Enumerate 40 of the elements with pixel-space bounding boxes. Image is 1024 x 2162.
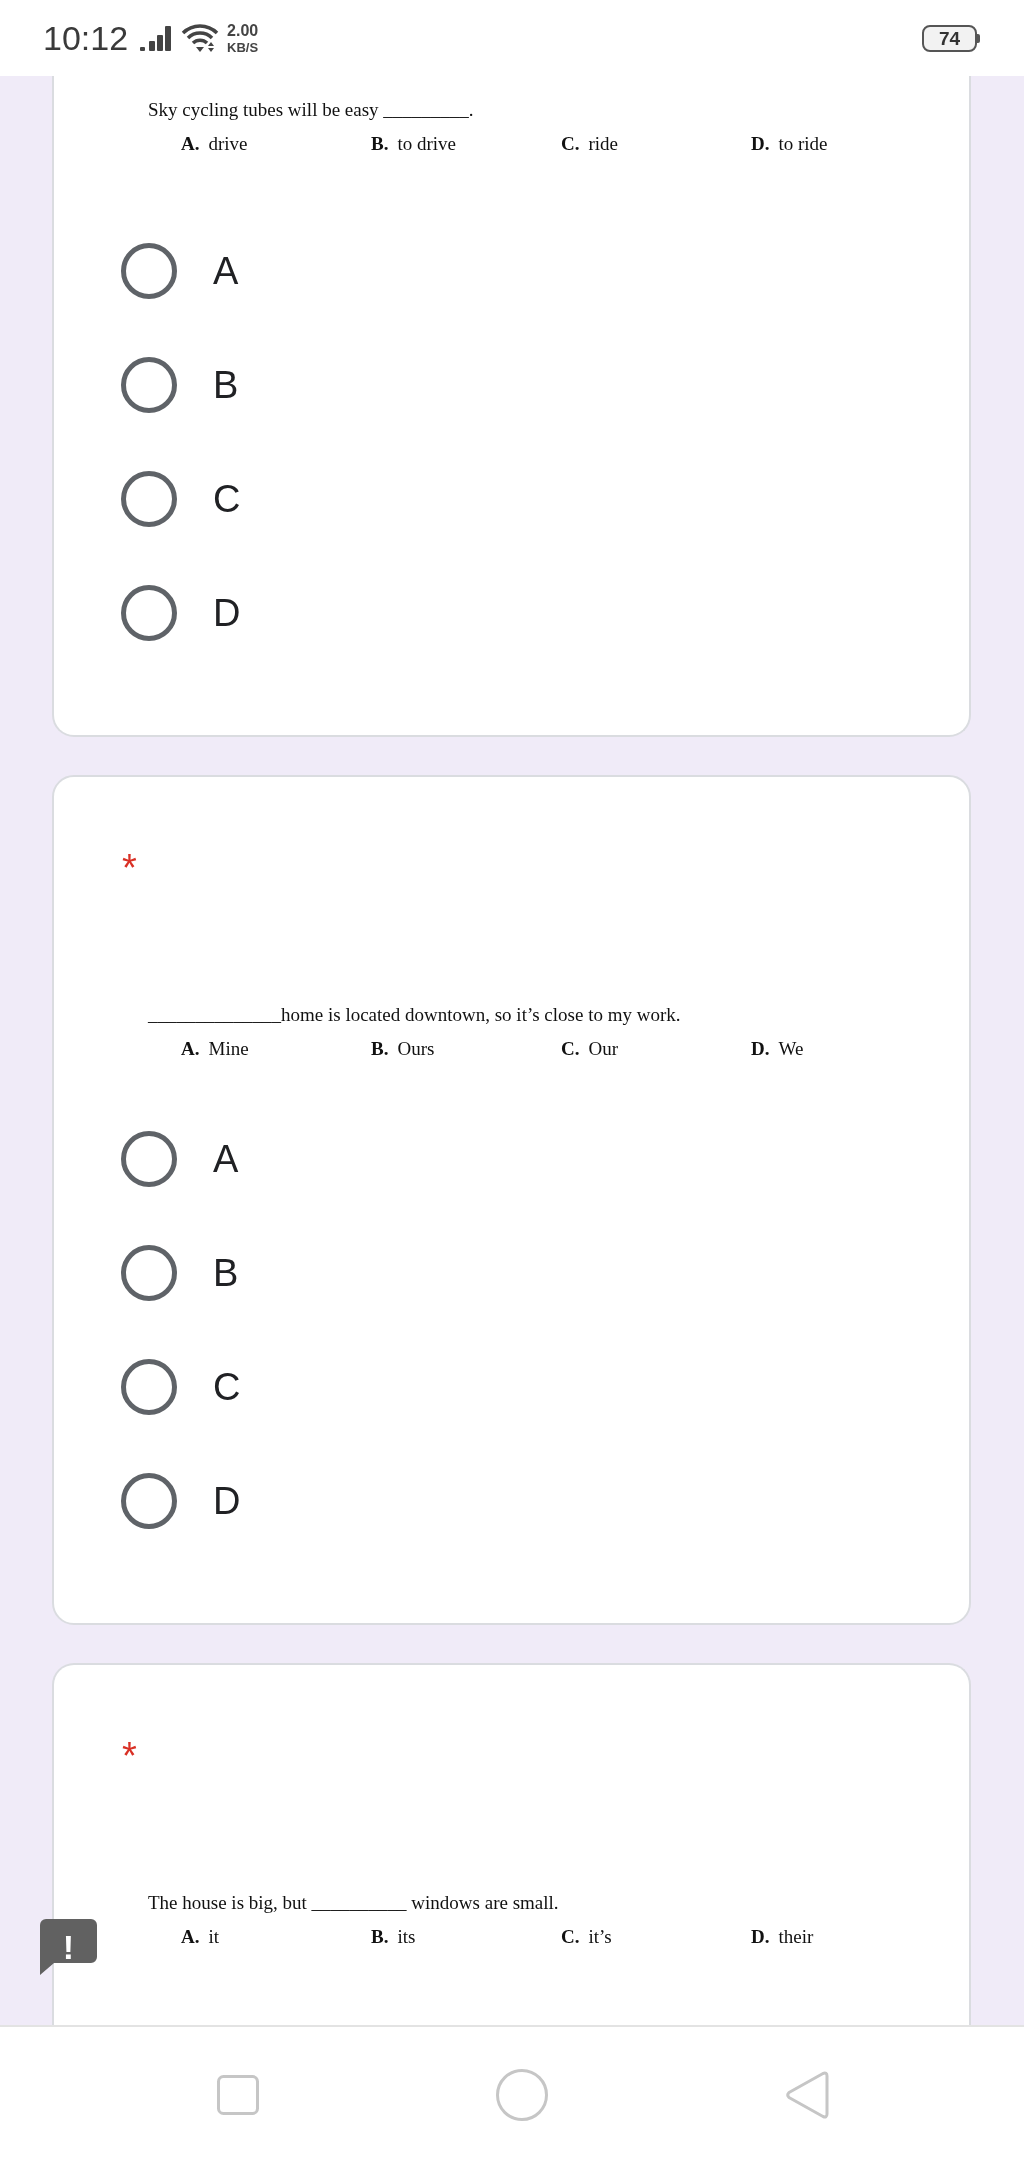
question-text: Sky cycling tubes will be easy _________. — [148, 98, 474, 122]
answer-option: B. Ours — [371, 1037, 435, 1061]
radio-button[interactable] — [121, 243, 177, 299]
answer-option: A. drive — [181, 132, 248, 156]
answer-option: B. its — [371, 1925, 416, 1949]
required-asterisk: * — [122, 854, 137, 882]
choice-label[interactable]: A — [213, 252, 239, 290]
answer-option: C. it’s — [561, 1925, 612, 1949]
answer-option: C. Our — [561, 1037, 619, 1061]
answer-option: C. ride — [561, 132, 619, 156]
answer-option: A. it — [181, 1925, 220, 1949]
radio-button[interactable] — [121, 357, 177, 413]
radio-button[interactable] — [121, 585, 177, 641]
question-text: ______________home is located downtown, so it’s close to my work. — [148, 1003, 681, 1027]
choice-label[interactable]: C — [213, 1368, 241, 1406]
answer-option: B. to drive — [371, 132, 456, 156]
required-asterisk: * — [122, 1742, 137, 1770]
radio-button[interactable] — [121, 471, 177, 527]
answer-option: D. their — [751, 1925, 814, 1949]
battery-indicator: 74 — [922, 24, 980, 52]
choice-label[interactable]: D — [213, 594, 241, 632]
question-text: The house is big, but __________ windows are small. — [148, 1891, 559, 1915]
wifi-icon — [181, 23, 220, 53]
answer-option: D. We — [751, 1037, 804, 1061]
choice-label[interactable]: A — [213, 1140, 239, 1178]
signal-icon — [140, 25, 172, 51]
clock-time: 10:12 — [43, 21, 129, 55]
choice-label[interactable]: D — [213, 1482, 241, 1520]
feedback-button[interactable]: ! — [40, 1919, 97, 1975]
radio-button[interactable] — [121, 1359, 177, 1415]
choice-label[interactable]: B — [213, 366, 239, 404]
answer-option: A. Mine — [181, 1037, 249, 1061]
network-speed-unit: KB/S — [227, 40, 259, 54]
radio-button[interactable] — [121, 1245, 177, 1301]
radio-button[interactable] — [121, 1131, 177, 1187]
choice-label[interactable]: B — [213, 1254, 239, 1292]
radio-button[interactable] — [121, 1473, 177, 1529]
choice-label[interactable]: C — [213, 480, 241, 518]
network-speed-value: 2.00 — [227, 22, 259, 39]
answer-option: D. to ride — [751, 132, 828, 156]
